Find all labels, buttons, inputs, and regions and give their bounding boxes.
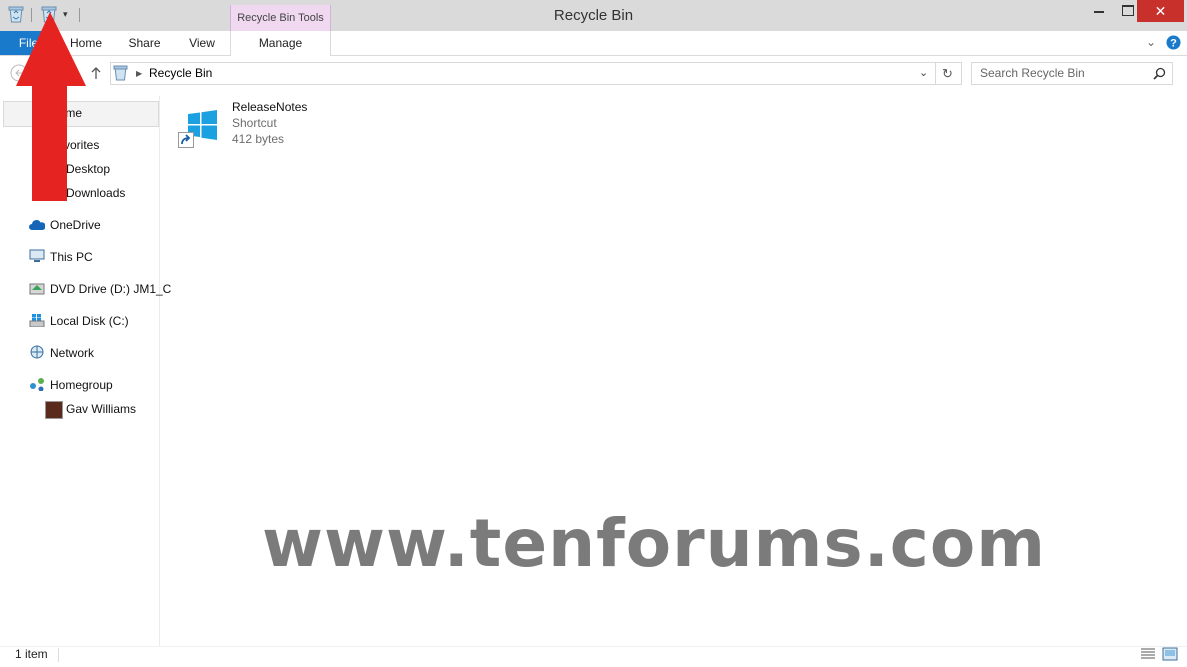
tab-share[interactable]: Share (115, 31, 174, 55)
minimize-icon[interactable] (1094, 11, 1104, 13)
file-size: 412 bytes (232, 132, 285, 146)
red-arrow-annotation (16, 12, 86, 201)
up-arrow-icon[interactable] (89, 65, 103, 81)
item-count: 1 item (15, 647, 48, 661)
details-view-icon[interactable] (1140, 647, 1156, 661)
search-input[interactable]: Search Recycle Bin (980, 63, 1085, 84)
nav-item-this-pc[interactable]: This PC (50, 250, 93, 264)
watermark: www.tenforums.com (262, 505, 1047, 582)
recycle-bin-icon (113, 65, 128, 81)
shortcut-arrow-icon (178, 132, 194, 148)
status-divider (58, 648, 59, 662)
chevron-down-icon[interactable]: ⌄ (919, 63, 928, 84)
computer-icon (29, 249, 45, 262)
search-icon[interactable] (1153, 67, 1166, 80)
tab-manage[interactable]: Manage (230, 31, 331, 56)
file-type: Shortcut (232, 116, 277, 130)
tab-view[interactable]: View (174, 31, 230, 55)
status-divider (0, 646, 1187, 647)
nav-item-gav-williams[interactable]: Gav Williams (66, 402, 136, 416)
recycle-bin-tools-tab: Recycle Bin Tools (230, 5, 331, 31)
nav-item-onedrive[interactable]: OneDrive (50, 218, 101, 232)
nav-item-local-disk[interactable]: Local Disk (C:) (50, 314, 129, 328)
help-icon[interactable]: ? (1166, 35, 1181, 50)
maximize-icon[interactable] (1122, 5, 1134, 16)
refresh-icon[interactable]: ↻ (942, 64, 953, 83)
address-location[interactable]: Recycle Bin (149, 63, 212, 84)
large-icons-view-icon[interactable] (1162, 647, 1178, 661)
network-icon (30, 345, 44, 359)
dvd-drive-icon (29, 283, 45, 295)
close-button[interactable]: ✕ (1137, 0, 1184, 22)
chevron-down-icon[interactable]: ⌄ (1146, 35, 1156, 49)
local-disk-icon (29, 314, 45, 327)
close-icon: ✕ (1154, 3, 1167, 19)
svg-text:?: ? (1170, 38, 1177, 50)
user-avatar (45, 401, 63, 419)
nav-item-dvd-drive[interactable]: DVD Drive (D:) JM1_C (50, 282, 171, 296)
window-title: Recycle Bin (553, 7, 634, 24)
nav-item-homegroup[interactable]: Homegroup (50, 378, 113, 392)
homegroup-icon (30, 378, 44, 391)
divider (935, 63, 936, 84)
nav-item-network[interactable]: Network (50, 346, 94, 360)
search-box[interactable]: Search Recycle Bin (971, 62, 1173, 85)
file-name[interactable]: ReleaseNotes (232, 100, 307, 114)
chevron-right-icon[interactable]: ▶ (136, 63, 142, 84)
onedrive-cloud-icon (29, 220, 45, 230)
address-bar[interactable]: ▶ Recycle Bin ⌄ ↻ (110, 62, 962, 85)
